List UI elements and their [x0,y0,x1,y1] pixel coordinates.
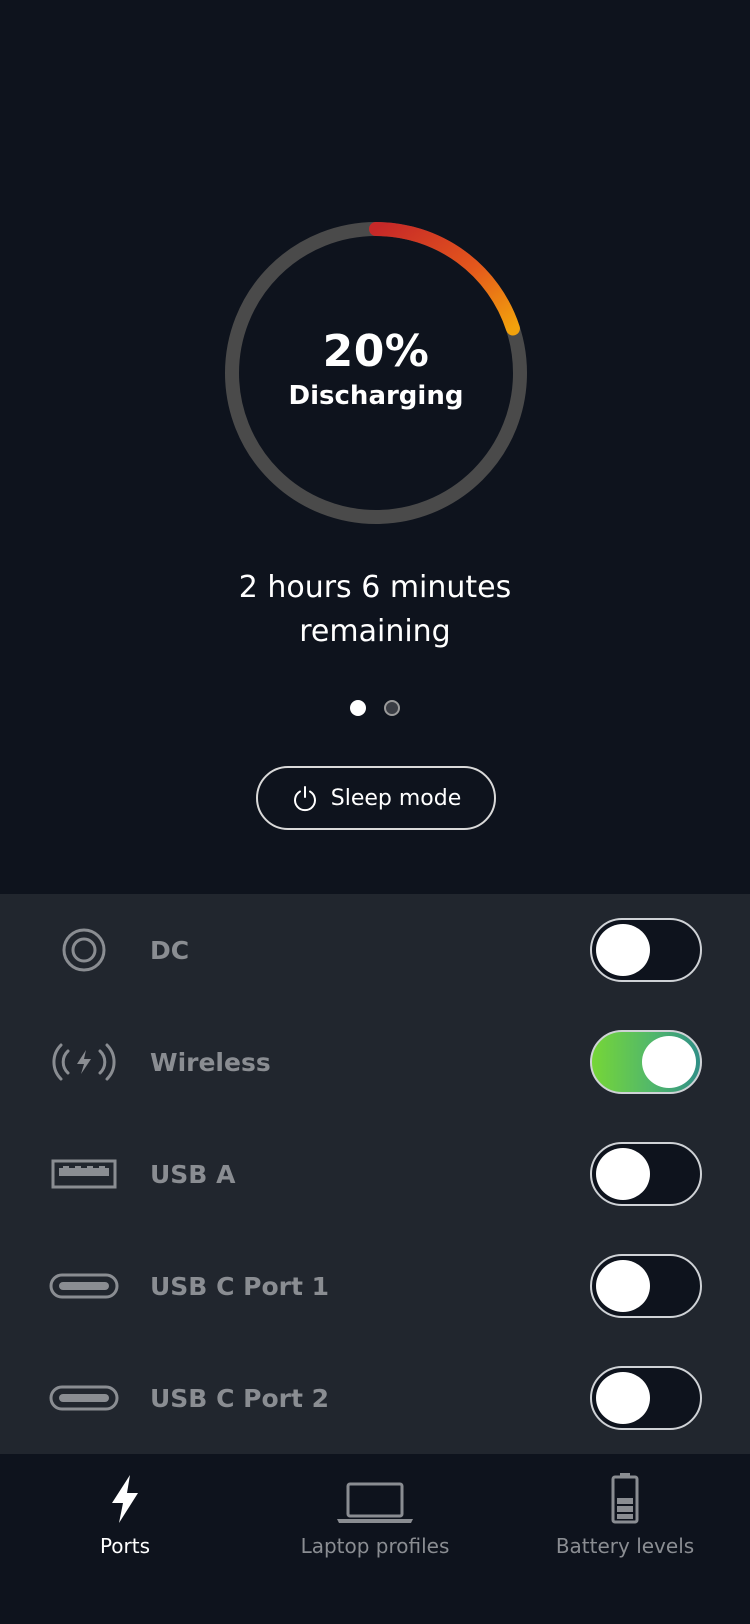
battery-gauge: 20% Discharging [221,218,531,528]
battery-percent: 20% [322,326,430,378]
battery-status-panel: 20% Discharging 2 hours 6 minutes remain… [0,0,750,894]
time-remaining-line1: 2 hours 6 minutes [238,570,512,605]
tab-laptop-profiles[interactable]: Laptop profiles [250,1464,500,1584]
lightning-bolt-icon [108,1464,142,1524]
page-indicator [0,700,750,716]
port-label-usb-c-2: USB C Port 2 [150,1383,329,1413]
toggle-knob [596,1260,650,1312]
page-dot-2[interactable] [384,700,400,716]
port-row-usb-a: USB A [0,1118,750,1230]
tab-ports-label: Ports [99,1534,151,1558]
bottom-tab-bar: Ports Laptop profiles Battery levels [0,1454,750,1624]
usb-c-port-icon [44,1256,124,1316]
tab-battery-levels-label: Battery levels [555,1534,695,1558]
sleep-mode-label: Sleep mode [330,785,462,811]
laptop-icon [335,1464,415,1524]
tab-laptop-profiles-label: Laptop profiles [300,1534,450,1558]
wireless-toggle[interactable] [590,1030,702,1094]
dc-toggle[interactable] [590,918,702,982]
port-label-usb-a: USB A [150,1159,236,1189]
port-row-dc: DC [0,894,750,1006]
port-row-usb-c-1: USB C Port 1 [0,1230,750,1342]
port-label-usb-c-1: USB C Port 1 [150,1271,329,1301]
port-label-dc: DC [150,935,190,965]
battery-icon [611,1464,639,1524]
toggle-knob [596,924,650,976]
ports-list: DC Wireless USB A USB C Port 1 USB C Por… [0,894,750,1454]
power-icon [291,784,319,812]
usb-a-port-icon [44,1144,124,1204]
battery-status: Discharging [288,380,464,411]
usb-c-port-icon [44,1368,124,1428]
usb-a-toggle[interactable] [590,1142,702,1206]
wireless-charging-icon [44,1032,124,1092]
port-row-usb-c-2: USB C Port 2 [0,1342,750,1454]
tab-battery-levels[interactable]: Battery levels [500,1464,750,1584]
usb-c-port-1-toggle[interactable] [590,1254,702,1318]
time-remaining-line2: remaining [299,614,451,649]
time-remaining: 2 hours 6 minutes remaining [0,566,750,654]
toggle-knob [596,1148,650,1200]
page-dot-1[interactable] [350,700,366,716]
sleep-mode-button[interactable]: Sleep mode [256,766,496,830]
tab-ports[interactable]: Ports [0,1464,250,1584]
port-row-wireless: Wireless [0,1006,750,1118]
toggle-knob [642,1036,696,1088]
port-label-wireless: Wireless [150,1047,271,1077]
dc-port-icon [44,920,124,980]
toggle-knob [596,1372,650,1424]
usb-c-port-2-toggle[interactable] [590,1366,702,1430]
